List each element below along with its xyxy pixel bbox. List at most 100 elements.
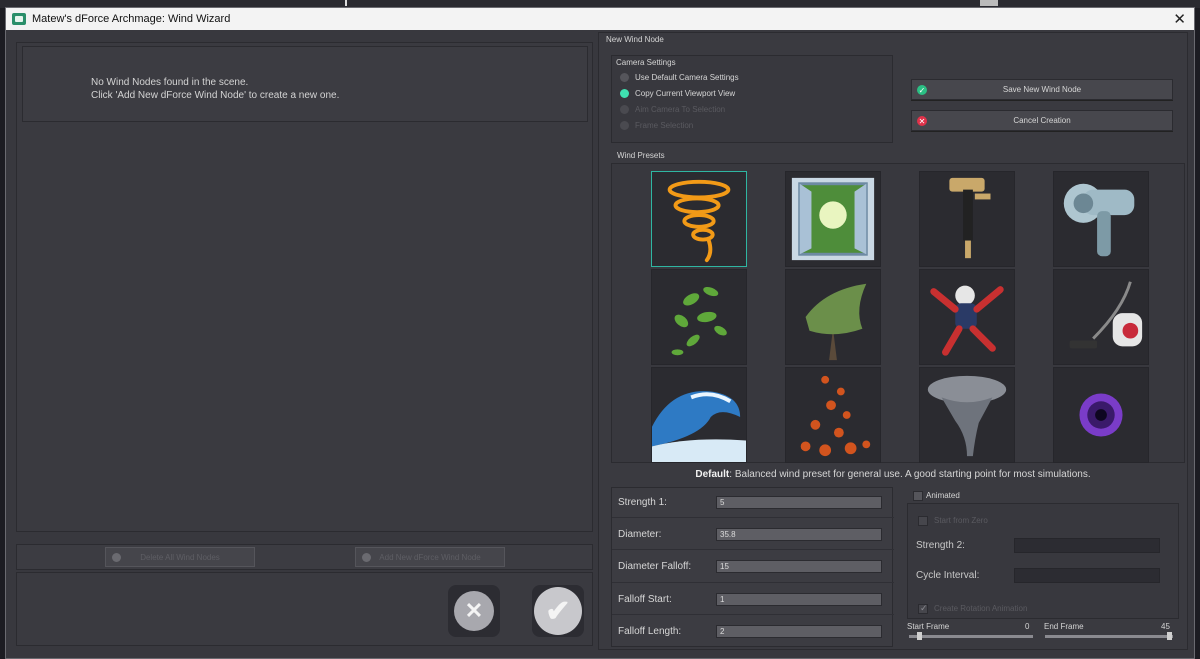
preset-vacuum-cleaner[interactable] <box>1053 269 1149 365</box>
hair-dryer-icon <box>1063 183 1135 257</box>
cancel-creation-button[interactable]: ✕ Cancel Creation <box>911 110 1173 131</box>
start-from-zero-checkbox[interactable] <box>918 516 928 526</box>
diameter-field[interactable]: 35.8 <box>716 527 882 541</box>
add-new-wind-node-button[interactable]: Add New dForce Wind Node <box>355 547 505 567</box>
preset-description-text: : Balanced wind preset for general use. … <box>729 469 1091 480</box>
title-bar: Matew's dForce Archmage: Wind Wizard ✕ <box>6 8 1194 30</box>
falloff-start-label: Falloff Start: <box>618 593 672 605</box>
dialog-buttons-area: ✕ ✔ <box>16 572 593 646</box>
cancel-icon: ✕ <box>917 116 927 126</box>
radio-aim-camera[interactable]: Aim Camera To Selection <box>620 105 725 114</box>
save-cancel-group: ✓ Save New Wind Node ✕ Cancel Creation <box>899 55 1185 143</box>
preset-leaves[interactable] <box>651 269 747 365</box>
preset-description-title: Default <box>695 469 730 480</box>
start-frame-slider-handle[interactable] <box>917 632 922 640</box>
end-frame-slider-handle[interactable] <box>1167 632 1172 640</box>
background-artifact <box>345 0 347 6</box>
wind-presets-label: Wind Presets <box>617 151 665 160</box>
cycle-interval-label: Cycle Interval: <box>916 570 980 581</box>
diameter-falloff-label: Diameter Falloff: <box>618 561 692 572</box>
strength2-label: Strength 2: <box>916 540 965 551</box>
delete-all-label: Delete All Wind Nodes <box>140 552 220 562</box>
strength2-field[interactable] <box>1014 538 1160 553</box>
param-row: Falloff Length: 2 <box>612 616 894 647</box>
left-toolbar: Delete All Wind Nodes Add New dForce Win… <box>16 544 593 570</box>
falloff-length-label: Falloff Length: <box>618 626 682 637</box>
animated-label: Animated <box>926 491 960 500</box>
preset-hair-dryer[interactable] <box>1053 171 1149 267</box>
create-rotation-label: Create Rotation Animation <box>934 604 1028 613</box>
falloff-length-field[interactable]: 2 <box>716 625 882 638</box>
new-wind-node-label: New Wind Node <box>606 35 664 44</box>
wind-node-list-panel: No Wind Nodes found in the scene. Click … <box>16 42 593 532</box>
empty-message-box: No Wind Nodes found in the scene. Click … <box>22 46 588 122</box>
param-row: Falloff Start: 1 <box>612 584 894 615</box>
x-icon: ✕ <box>454 591 494 631</box>
radio-label: Frame Selection <box>635 121 694 130</box>
save-new-wind-node-button[interactable]: ✓ Save New Wind Node <box>911 79 1173 100</box>
vacuum-cleaner-icon <box>1069 281 1143 349</box>
checkmark-icon: ✔ <box>534 587 582 635</box>
empty-message-line1: No Wind Nodes found in the scene. <box>91 77 249 88</box>
create-rotation-checkbox[interactable] <box>918 603 928 614</box>
start-frame-label: Start Frame <box>907 622 950 631</box>
start-from-zero-label: Start from Zero <box>934 516 988 525</box>
end-frame-slider[interactable] <box>1045 635 1173 638</box>
preset-description: Default: Balanced wind preset for genera… <box>599 469 1187 480</box>
add-icon <box>362 553 371 562</box>
param-row: Diameter: 35.8 <box>612 519 894 550</box>
camera-settings-group: Camera Settings Use Default Camera Setti… <box>611 55 893 143</box>
vortex-icon <box>1079 393 1123 437</box>
preset-autumn-leaves[interactable] <box>785 367 881 463</box>
preset-open-window[interactable] <box>785 171 881 267</box>
preset-ocean-wave[interactable] <box>651 367 747 463</box>
preset-storm-tornado[interactable] <box>919 367 1015 463</box>
open-window-icon <box>791 177 875 261</box>
camera-settings-label: Camera Settings <box>616 58 676 67</box>
window-title: Matew's dForce Archmage: Wind Wizard <box>32 13 231 25</box>
radio-label: Use Default Camera Settings <box>635 73 739 82</box>
preset-hammer[interactable] <box>919 171 1015 267</box>
end-frame-label: End Frame <box>1044 622 1084 631</box>
falloff-start-field[interactable]: 1 <box>716 592 882 606</box>
radio-copy-viewport[interactable]: Copy Current Viewport View <box>620 89 735 98</box>
param-row: Diameter Falloff: 15 <box>612 551 894 583</box>
animated-options-box: Start from Zero Strength 2: Cycle Interv… <box>907 503 1179 619</box>
preset-vortex[interactable] <box>1053 367 1149 463</box>
radio-label: Aim Camera To Selection <box>635 105 726 114</box>
autumn-leaves-icon <box>800 375 871 457</box>
cancel-dialog-button[interactable]: ✕ <box>448 585 500 637</box>
leaves-icon <box>671 286 727 356</box>
param-row: Strength 1: 5 <box>612 488 894 518</box>
hammer-icon <box>949 177 991 259</box>
preset-windswept-tree[interactable] <box>785 269 881 365</box>
cycle-interval-field[interactable] <box>1014 568 1160 583</box>
radio-icon <box>620 73 629 82</box>
strength1-field[interactable]: 5 <box>716 496 882 509</box>
new-wind-node-panel: New Wind Node Camera Settings Use Defaul… <box>598 32 1188 650</box>
wind-parameters-group: Strength 1: 5 Diameter: 35.8 Diameter Fa… <box>611 487 894 647</box>
radio-label: Copy Current Viewport View <box>635 89 736 98</box>
animation-settings-group: Animated Start from Zero Strength 2: Cyc… <box>899 487 1181 647</box>
preset-skydiver[interactable] <box>919 269 1015 365</box>
radio-default-camera[interactable]: Use Default Camera Settings <box>620 73 739 82</box>
animated-checkbox[interactable] <box>913 491 923 501</box>
delete-all-wind-nodes-button[interactable]: Delete All Wind Nodes <box>105 547 255 567</box>
check-icon: ✓ <box>917 85 927 95</box>
start-frame-slider[interactable] <box>909 635 1033 638</box>
radio-selected-icon <box>620 89 629 98</box>
background-artifact <box>980 0 998 6</box>
diameter-falloff-field[interactable]: 15 <box>716 560 882 573</box>
strength1-label: Strength 1: <box>618 497 667 508</box>
radio-frame-selection[interactable]: Frame Selection <box>620 121 693 130</box>
preset-tornado-swirl[interactable] <box>651 171 747 267</box>
close-icon[interactable]: ✕ <box>1173 10 1186 28</box>
add-new-label: Add New dForce Wind Node <box>379 552 481 562</box>
start-frame-value: 0 <box>1025 622 1030 631</box>
save-label: Save New Wind Node <box>1002 85 1082 94</box>
diameter-label: Diameter: <box>618 528 662 540</box>
tornado-swirl-icon <box>667 179 731 263</box>
accept-dialog-button[interactable]: ✔ <box>532 585 584 637</box>
delete-icon <box>112 553 121 562</box>
end-frame-value: 45 <box>1161 622 1170 631</box>
